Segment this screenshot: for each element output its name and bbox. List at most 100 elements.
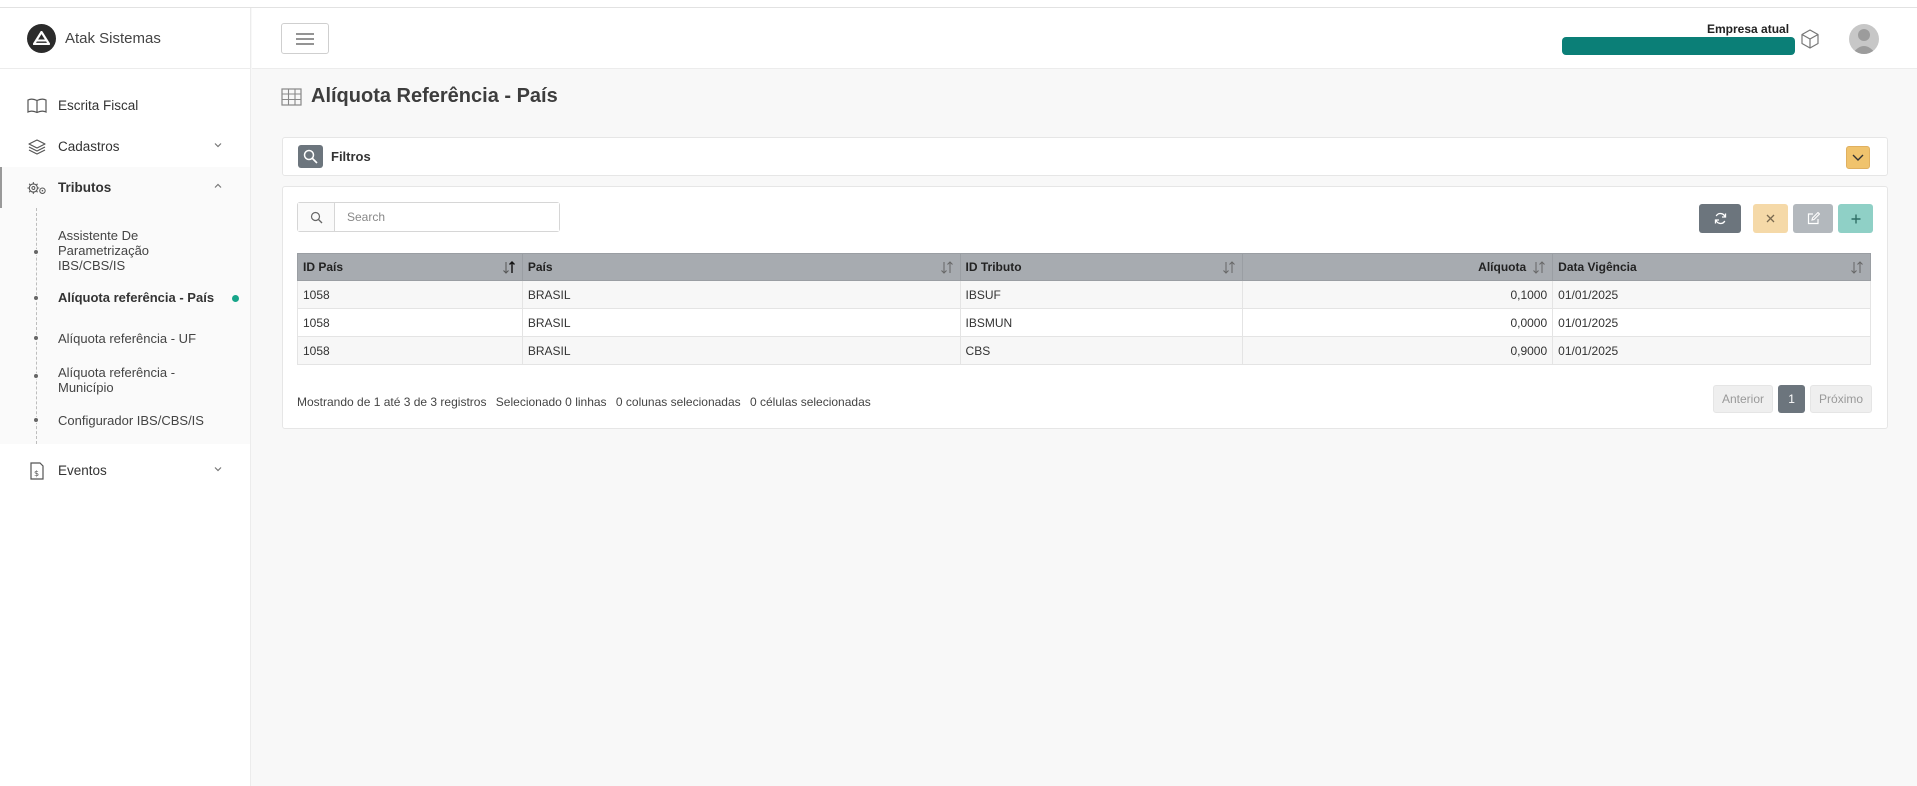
sidebar-item-eventos[interactable]: $ Eventos	[0, 450, 250, 491]
cell-id-tributo: IBSMUN	[959, 308, 1244, 337]
layers-icon	[27, 137, 47, 157]
cell-id-tributo: CBS	[959, 336, 1244, 365]
chevron-down-icon	[214, 467, 222, 472]
page-1-button[interactable]: 1	[1778, 385, 1806, 413]
filters-toggle-button[interactable]	[1846, 146, 1870, 169]
submenu-item-aliquota-municipio[interactable]: Alíquota referência - Município	[0, 358, 250, 406]
sort-icon	[940, 261, 953, 274]
records-info: Mostrando de 1 até 3 de 3 registros	[297, 395, 487, 409]
cell-data-vigencia: 01/01/2025	[1552, 336, 1871, 365]
cell-pais: BRASIL	[521, 336, 961, 365]
chevron-up-icon	[214, 183, 222, 188]
cube-icon[interactable]	[1799, 28, 1821, 50]
empresa-label: Empresa atual	[1707, 22, 1790, 36]
delete-button[interactable]	[1753, 204, 1788, 233]
bullet-icon	[33, 295, 39, 301]
table-icon	[281, 87, 302, 106]
book-icon	[27, 96, 47, 116]
submenu-item-label: Configurador IBS/CBS/IS	[58, 413, 204, 428]
pagination: Anterior 1 Próximo	[1713, 385, 1873, 413]
add-button[interactable]	[1838, 204, 1873, 233]
column-header-id-tributo[interactable]: ID Tributo	[959, 253, 1244, 281]
next-page-button[interactable]: Próximo	[1810, 385, 1873, 413]
filters-panel[interactable]: Filtros	[282, 137, 1888, 176]
user-icon	[1852, 29, 1876, 54]
selected-rows-info: Selecionado 0 linhas	[495, 395, 607, 409]
cell-aliquota: 0,1000	[1242, 280, 1554, 309]
data-card: ID País País ID Tributo Alíquota Data Vi…	[282, 186, 1888, 429]
edit-icon	[1807, 212, 1820, 225]
search-icon	[298, 145, 323, 168]
submenu-item-label: Alíquota referência - País	[58, 290, 215, 305]
table-header-row: ID País País ID Tributo Alíquota Data Vi…	[297, 253, 1871, 281]
cell-id-tributo: IBSUF	[959, 280, 1244, 309]
atak-logo-icon	[27, 23, 56, 53]
table-row[interactable]: 1058 BRASIL IBSMUN 0,0000 01/01/2025	[297, 308, 1871, 337]
top-header: Empresa atual	[252, 8, 1917, 69]
submenu-item-aliquota-uf[interactable]: Alíquota referência - UF	[0, 318, 250, 358]
selected-cols-info: 0 colunas selecionadas	[615, 395, 741, 409]
submenu-item-label: Assistente De Parametrização IBS/CBS/IS	[58, 228, 150, 273]
filters-label: Filtros	[331, 149, 371, 164]
submenu-item-label: Alíquota referência - Município	[58, 365, 176, 395]
sidebar-item-label: Cadastros	[58, 139, 120, 154]
brand[interactable]: Atak Sistemas	[0, 8, 250, 69]
sort-icon	[1223, 261, 1236, 274]
brand-name: Atak Sistemas	[65, 29, 161, 47]
column-header-pais[interactable]: País	[521, 253, 961, 281]
hamburger-icon	[296, 32, 314, 45]
chevron-down-icon	[1852, 154, 1864, 161]
cell-aliquota: 0,9000	[1242, 336, 1554, 365]
sort-asc-icon	[502, 261, 515, 274]
cell-data-vigencia: 01/01/2025	[1552, 308, 1871, 337]
top-border	[0, 0, 1917, 8]
sidebar-item-label: Escrita Fiscal	[58, 98, 139, 113]
sidebar: Atak Sistemas Escrita Fiscal Cadastros T…	[0, 8, 251, 786]
selected-cells-info: 0 células selecionadas	[750, 395, 871, 409]
previous-page-button[interactable]: Anterior	[1713, 385, 1774, 413]
chevron-down-icon	[214, 143, 222, 148]
plus-icon	[1851, 214, 1860, 223]
hamburger-menu-button[interactable]	[281, 23, 329, 54]
cell-id-pais: 1058	[297, 280, 523, 309]
svg-text:$: $	[34, 469, 39, 478]
refresh-button[interactable]	[1699, 204, 1741, 233]
sidebar-nav: Escrita Fiscal Cadastros Tributos Assist…	[0, 69, 250, 491]
column-header-data-vigencia[interactable]: Data Vigência	[1552, 253, 1871, 281]
avatar[interactable]	[1849, 24, 1879, 54]
bullet-icon	[33, 373, 39, 379]
search-box	[297, 202, 560, 232]
sidebar-item-tributos[interactable]: Tributos	[0, 167, 250, 208]
page-title-text: Alíquota Referência - País	[311, 85, 558, 107]
sidebar-item-cadastros[interactable]: Cadastros	[0, 126, 250, 167]
submenu-item-configurador[interactable]: Configurador IBS/CBS/IS	[0, 406, 250, 440]
search-icon	[298, 203, 335, 231]
sidebar-item-label: Eventos	[58, 463, 107, 478]
edit-button[interactable]	[1793, 204, 1833, 233]
bullet-icon	[33, 335, 39, 341]
table-info: Mostrando de 1 até 3 de 3 registros Sele…	[297, 395, 877, 409]
page-title: Alíquota Referência - País	[281, 85, 558, 108]
data-table: ID País País ID Tributo Alíquota Data Vi…	[297, 253, 1871, 365]
sort-icon	[1851, 261, 1863, 274]
close-icon	[1766, 214, 1775, 223]
empresa-selector[interactable]	[1562, 37, 1795, 55]
table-row[interactable]: 1058 BRASIL IBSUF 0,1000 01/01/2025	[297, 280, 1871, 309]
refresh-icon	[1714, 212, 1726, 225]
submenu-item-aliquota-pais[interactable]: Alíquota referência - País	[0, 278, 250, 318]
cell-pais: BRASIL	[521, 308, 961, 337]
search-input[interactable]	[335, 203, 559, 231]
active-indicator-icon	[232, 295, 239, 302]
table-row[interactable]: 1058 BRASIL CBS 0,9000 01/01/2025	[297, 336, 1871, 365]
cell-id-pais: 1058	[297, 308, 523, 337]
sidebar-item-escrita-fiscal[interactable]: Escrita Fiscal	[0, 85, 250, 126]
column-header-id-pais[interactable]: ID País	[297, 253, 523, 281]
cell-id-pais: 1058	[297, 336, 523, 365]
sidebar-item-label: Tributos	[58, 180, 112, 195]
submenu-item-assistente[interactable]: Assistente De Parametrização IBS/CBS/IS	[0, 208, 250, 278]
cell-aliquota: 0,0000	[1242, 308, 1554, 337]
column-header-aliquota[interactable]: Alíquota	[1242, 253, 1554, 281]
document-dollar-icon: $	[27, 461, 47, 481]
cell-data-vigencia: 01/01/2025	[1552, 280, 1871, 309]
cell-pais: BRASIL	[521, 280, 961, 309]
